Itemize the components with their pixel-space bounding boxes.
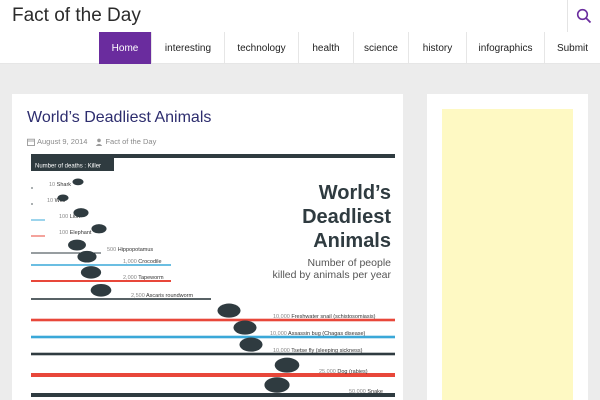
search-button[interactable] <box>567 0 600 32</box>
hippo-icon <box>68 239 86 251</box>
post-date-meta: August 9, 2014 <box>27 137 87 146</box>
infographic-title-1: World’s <box>319 182 391 204</box>
infographic-title-2: Deadliest <box>302 206 391 228</box>
dog-icon <box>274 357 300 373</box>
nav-health[interactable]: health <box>298 32 353 64</box>
lion-icon <box>73 208 89 218</box>
post-date[interactable]: August 9, 2014 <box>37 137 87 146</box>
infographic-row: 100 Lion <box>31 208 89 221</box>
row-label: 10,000 Assassin bug (Chagas disease) <box>270 331 366 337</box>
infographic-top-border <box>31 154 395 158</box>
row-count: 10 <box>49 182 57 188</box>
row-count: 500 <box>107 247 118 253</box>
user-icon <box>96 138 103 146</box>
infographic-row: 500 Hippopotamus <box>31 239 153 254</box>
post-author-meta: Fact of the Day <box>95 137 156 146</box>
post-author[interactable]: Fact of the Day <box>105 137 156 146</box>
row-animal: Shark <box>57 182 72 188</box>
infographic-row: 10 Shark <box>31 178 84 189</box>
row-label: 100 Elephant <box>59 230 92 236</box>
row-count: 50,000 <box>349 389 367 395</box>
row-animal: Snake <box>367 389 383 395</box>
sidebar <box>427 94 588 400</box>
snail-icon <box>217 303 241 318</box>
row-count: 100 <box>59 214 70 220</box>
row-count: 2,500 <box>131 293 146 299</box>
nav-history[interactable]: history <box>408 32 466 64</box>
infographic-title-3: Animals <box>313 230 391 252</box>
nav-interesting[interactable]: interesting <box>151 32 224 64</box>
infographic-row: 10,000 Freshwater snail (schistosomiasis… <box>31 303 395 322</box>
row-count: 10,000 <box>273 348 291 354</box>
infographic-row: 10 Wolf <box>31 194 69 205</box>
nav-infographics[interactable]: infographics <box>466 32 544 64</box>
infographic-subtitle-2: killed by animals per year <box>273 269 392 281</box>
row-label: 25,000 Dog (rabies) <box>319 369 368 375</box>
tsetse-fly-icon <box>239 337 263 352</box>
row-animal: Crocodile <box>138 259 161 265</box>
wolf-icon <box>57 194 69 202</box>
search-icon <box>576 8 592 24</box>
tapeworm-icon <box>80 266 102 279</box>
row-label: 10 Shark <box>49 182 71 188</box>
nav-home[interactable]: Home <box>99 32 151 64</box>
row-bar <box>31 187 33 189</box>
infographic-row: 10,000 Tsetse fly (sleeping sickness) <box>31 337 395 356</box>
row-animal: Ascaris roundworm <box>146 293 193 299</box>
sidebar-ad-placeholder[interactable] <box>442 109 573 400</box>
assassin-bug-icon <box>233 320 257 335</box>
infographic-header: Number of deaths : Killer <box>35 164 101 170</box>
row-count: 25,000 <box>319 369 337 375</box>
row-label: 10,000 Tsetse fly (sleeping sickness) <box>273 348 363 354</box>
snake-icon <box>264 377 290 393</box>
main-navigation: Home interesting technology health scien… <box>0 32 600 64</box>
row-label: 2,000 Tapeworm <box>123 275 164 281</box>
row-bar <box>31 393 395 397</box>
site-header: Fact of the Day <box>0 0 600 32</box>
row-label: 500 Hippopotamus <box>107 247 153 253</box>
infographic-subtitle-1: Number of people <box>308 257 392 269</box>
roundworm-icon <box>90 283 112 297</box>
row-count: 10 <box>47 198 55 204</box>
infographic-row: 25,000 Dog (rabies) <box>31 357 395 377</box>
nav-submit[interactable]: Submit <box>544 32 600 64</box>
row-animal: Tapeworm <box>138 275 164 281</box>
post-meta: August 9, 2014 Fact of the Day <box>27 137 164 146</box>
row-bar <box>31 203 33 205</box>
calendar-icon <box>27 138 35 146</box>
row-bar <box>31 219 45 221</box>
post-card: World’s Deadliest Animals August 9, 2014… <box>12 94 403 400</box>
row-animal: Hippopotamus <box>118 247 154 253</box>
row-animal: Assassin bug (Chagas disease) <box>288 331 366 337</box>
nav-technology[interactable]: technology <box>224 32 298 64</box>
row-count: 100 <box>59 230 70 236</box>
row-label: 10,000 Freshwater snail (schistosomiasis… <box>273 314 376 320</box>
infographic-row: 50,000 Snake <box>31 377 395 397</box>
row-count: 2,000 <box>123 275 138 281</box>
post-title[interactable]: World’s Deadliest Animals <box>27 109 211 127</box>
infographic-row: 2,500 Ascaris roundworm <box>31 283 211 300</box>
row-animal: Freshwater snail (schistosomiasis) <box>291 314 375 320</box>
row-label: 2,500 Ascaris roundworm <box>131 293 193 299</box>
row-bar <box>31 235 45 237</box>
crocodile-icon <box>77 250 97 263</box>
infographic-row: 10,000 Assassin bug (Chagas disease) <box>31 320 395 339</box>
row-count: 10,000 <box>273 314 291 320</box>
shark-icon <box>72 178 84 186</box>
site-title[interactable]: Fact of the Day <box>12 5 141 27</box>
row-animal: Elephant <box>70 230 92 236</box>
nav-science[interactable]: science <box>353 32 408 64</box>
row-count: 10,000 <box>270 331 288 337</box>
infographic-row: 2,000 Tapeworm <box>31 266 171 282</box>
row-label: 50,000 Snake <box>349 389 383 395</box>
row-animal: Dog (rabies) <box>337 369 367 375</box>
row-count: 1,000 <box>123 259 138 265</box>
infographic-row: 100 Elephant <box>31 224 107 237</box>
elephant-icon <box>91 224 107 234</box>
row-animal: Tsetse fly (sleeping sickness) <box>291 348 362 354</box>
infographic-image: Number of deaths : Killer World’s Deadli… <box>31 154 395 397</box>
row-label: 1,000 Crocodile <box>123 259 162 265</box>
